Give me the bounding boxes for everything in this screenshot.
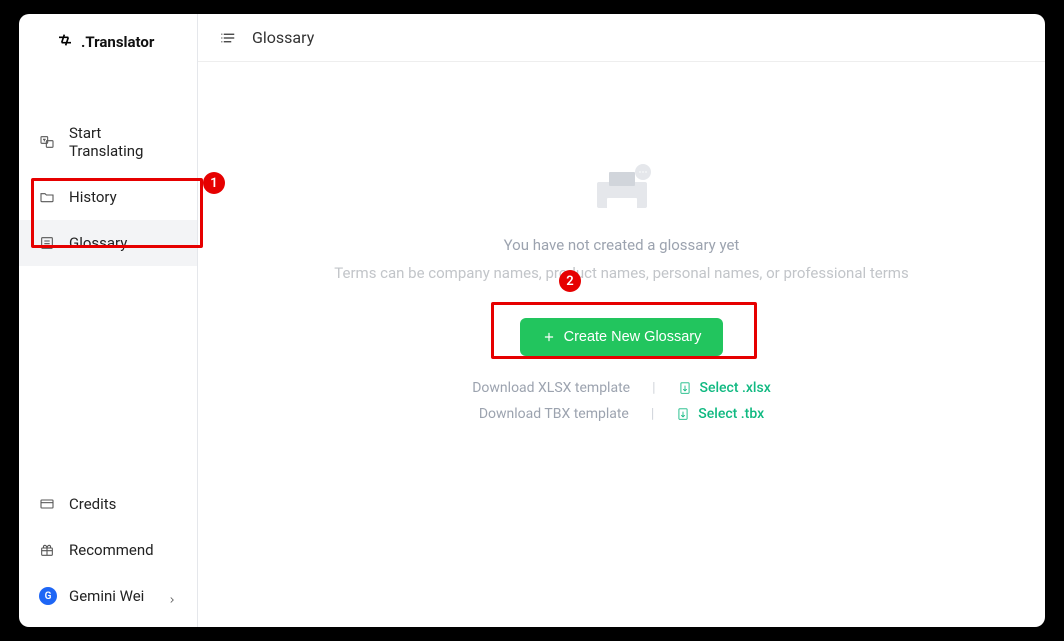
page-title: Glossary <box>252 28 314 47</box>
plus-icon <box>542 330 556 344</box>
download-xlsx-label: Download XLSX template <box>472 380 630 396</box>
select-tbx-label: Select .tbx <box>698 406 764 422</box>
download-row-xlsx: Download XLSX template | Select .xlsx <box>472 380 771 396</box>
menu-list-icon[interactable] <box>220 29 238 47</box>
empty-illustration-icon <box>587 162 657 218</box>
gift-icon <box>39 542 55 558</box>
sidebar-item-label: Credits <box>69 495 116 513</box>
brand: .Translator <box>19 14 197 70</box>
list-box-icon <box>39 235 55 251</box>
app-window: .Translator Start Translating History Gl… <box>19 14 1045 627</box>
select-tbx-link[interactable]: Select .tbx <box>676 406 764 422</box>
translate-icon <box>39 134 55 150</box>
brand-logo-icon <box>57 32 73 52</box>
select-xlsx-link[interactable]: Select .xlsx <box>678 380 771 396</box>
file-import-icon <box>676 407 690 421</box>
divider: | <box>652 380 655 396</box>
divider: | <box>651 406 654 422</box>
create-glossary-button[interactable]: Create New Glossary <box>520 318 724 356</box>
sidebar-item-label: Start Translating <box>69 124 177 160</box>
empty-state: You have not created a glossary yet Term… <box>198 62 1045 627</box>
sidebar: .Translator Start Translating History Gl… <box>19 14 198 627</box>
user-name: Gemini Wei <box>69 587 144 605</box>
sidebar-item-label: History <box>69 188 117 206</box>
sidebar-item-start-translating[interactable]: Start Translating <box>19 110 197 174</box>
download-tbx-label: Download TBX template <box>479 406 629 422</box>
sidebar-item-glossary[interactable]: Glossary <box>19 220 197 266</box>
nav-bottom: Credits Recommend G Gemini Wei <box>19 481 197 627</box>
select-xlsx-label: Select .xlsx <box>700 380 771 396</box>
empty-title: You have not created a glossary yet <box>504 236 740 254</box>
sidebar-item-history[interactable]: History <box>19 174 197 220</box>
sidebar-user[interactable]: G Gemini Wei <box>19 573 197 619</box>
nav-main: Start Translating History Glossary <box>19 70 197 481</box>
card-icon <box>39 496 55 512</box>
folder-icon <box>39 189 55 205</box>
header: Glossary <box>198 14 1045 62</box>
brand-name: .Translator <box>81 33 154 51</box>
sidebar-item-recommend[interactable]: Recommend <box>19 527 197 573</box>
empty-subtitle: Terms can be company names, product name… <box>334 264 908 282</box>
download-row-tbx: Download TBX template | Select .tbx <box>479 406 764 422</box>
file-import-icon <box>678 381 692 395</box>
sidebar-item-credits[interactable]: Credits <box>19 481 197 527</box>
chevron-right-icon <box>167 591 177 601</box>
main: Glossary You have not created a glossary… <box>198 14 1045 627</box>
sidebar-item-label: Recommend <box>69 541 154 559</box>
sidebar-item-label: Glossary <box>69 234 127 252</box>
create-button-label: Create New Glossary <box>564 329 702 345</box>
avatar: G <box>39 587 57 605</box>
